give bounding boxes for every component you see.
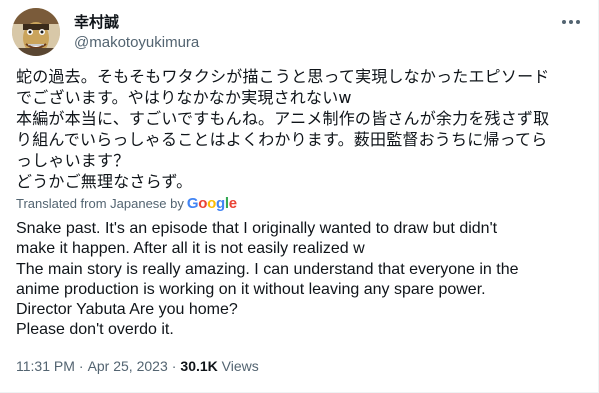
tweet-original-text: 蛇の過去。そもそもワタクシが描こうと思って実現しなかったエピソード でございます… xyxy=(16,66,586,192)
author-display-name[interactable]: 幸村誠 xyxy=(74,12,119,32)
tweet-card: 幸村誠 @makotoyukimura 蛇の過去。そもそもワタクシが描こうと思っ… xyxy=(0,0,599,393)
tweet-translated-text: Snake past. It's an episode that I origi… xyxy=(16,219,586,341)
translated-text-line: anime production is working on it withou… xyxy=(16,280,486,298)
translated-text-line: Director Yabuta Are you home? xyxy=(16,301,238,319)
google-logo: Google xyxy=(186,195,237,212)
tweet-date[interactable]: Apr 25, 2023 xyxy=(88,358,168,374)
avatar[interactable] xyxy=(12,8,60,56)
views-label: Views xyxy=(221,358,259,374)
translated-text-line: The main story is really amazing. I can … xyxy=(16,260,519,278)
translated-text-line: Snake past. It's an episode that I origi… xyxy=(16,220,498,237)
translation-attribution[interactable]: Translated from Japanese by Google xyxy=(16,194,237,214)
translation-label: Translated from Japanese by xyxy=(16,196,184,211)
avatar-illustration xyxy=(12,8,60,56)
tweet-text-line: 本編が本当に、すごいですもんね。アニメ制作の皆さんが余力を残さず取 xyxy=(16,109,550,128)
tweet-text-line: っしゃいます？ xyxy=(16,151,130,170)
translated-text-line: Please don't overdo it. xyxy=(16,321,174,339)
tweet-text-line: 蛇の過去。そもそもワタクシが描こうと思って実現しなかったエピソード xyxy=(16,67,550,86)
tweet-metadata: 11:31 PM · Apr 25, 2023 · 30.1K Views xyxy=(16,356,259,376)
tweet-text-line: り組んでいらっしゃることはよくわかります。薮田監督おうちに帰ってら xyxy=(16,130,548,149)
translated-text-line: make it happen. After all it is not easi… xyxy=(16,240,365,258)
views-count[interactable]: 30.1K xyxy=(180,358,217,374)
meta-separator: · xyxy=(78,358,84,374)
more-horizontal-icon xyxy=(562,20,580,24)
meta-separator: · xyxy=(171,358,177,374)
tweet-text-line: でございます。やはりなかなか実現されないw xyxy=(16,88,352,107)
tweet-time[interactable]: 11:31 PM xyxy=(16,358,75,374)
tweet-text-line: どうかご無理なさらず。 xyxy=(16,172,193,191)
author-handle[interactable]: @makotoyukimura xyxy=(74,33,199,53)
more-options-button[interactable] xyxy=(559,10,583,34)
